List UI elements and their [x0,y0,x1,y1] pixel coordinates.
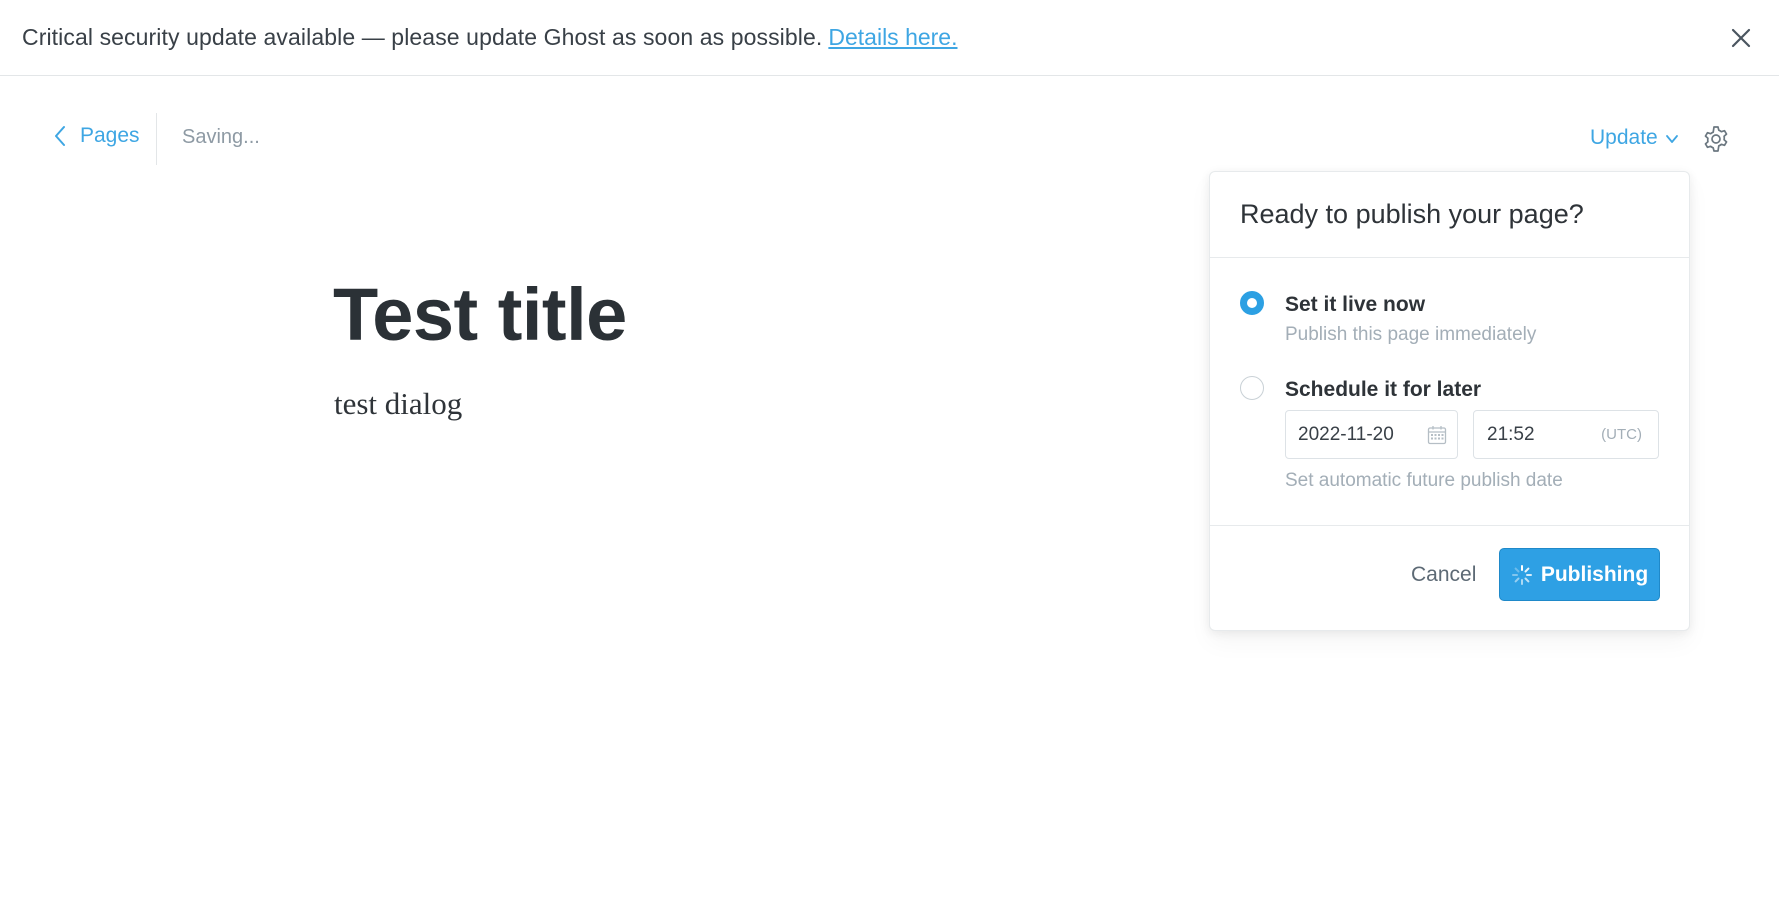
panel-footer-divider [1210,525,1689,526]
cancel-button[interactable]: Cancel [1411,563,1476,587]
post-body[interactable]: test dialog [334,386,462,422]
back-to-pages-link[interactable]: Pages [52,124,140,148]
chevron-left-icon [52,124,70,148]
timezone-label: (UTC) [1601,426,1642,443]
publish-button-label: Publishing [1540,562,1649,586]
post-title[interactable]: Test title [333,272,627,357]
save-status: Saving... [182,126,260,148]
option-label: Set it live now [1285,293,1426,316]
radio-set-live-now[interactable] [1240,291,1264,315]
update-label: Update [1590,126,1658,149]
option-label: Schedule it for later [1285,378,1482,401]
radio-schedule-later[interactable] [1240,376,1264,400]
spinner-icon [1511,564,1533,586]
calendar-icon[interactable] [1427,425,1447,445]
back-link-label: Pages [80,124,140,147]
security-update-banner: Critical security update available — ple… [0,0,1779,76]
header-divider [156,113,157,165]
banner-message: Critical security update available — ple… [22,24,823,50]
schedule-date-value: 2022-11-20 [1298,423,1394,445]
option-description: Set automatic future publish date [1285,470,1563,491]
publish-panel-title: Ready to publish your page? [1240,199,1584,229]
banner-details-link[interactable]: Details here. [828,24,957,51]
schedule-time-input[interactable]: 21:52 (UTC) [1473,410,1659,459]
option-description: Publish this page immediately [1285,324,1537,345]
close-icon[interactable] [1723,20,1759,56]
gear-icon[interactable] [1702,125,1730,153]
chevron-down-icon [1664,131,1680,147]
publish-button[interactable]: Publishing [1499,548,1660,601]
update-dropdown-button[interactable]: Update [1590,126,1680,150]
publish-panel-header: Ready to publish your page? [1210,172,1689,258]
publish-panel: Ready to publish your page? Set it live … [1209,171,1690,631]
schedule-date-input[interactable]: 2022-11-20 [1285,410,1458,459]
schedule-time-value: 21:52 [1487,423,1535,445]
